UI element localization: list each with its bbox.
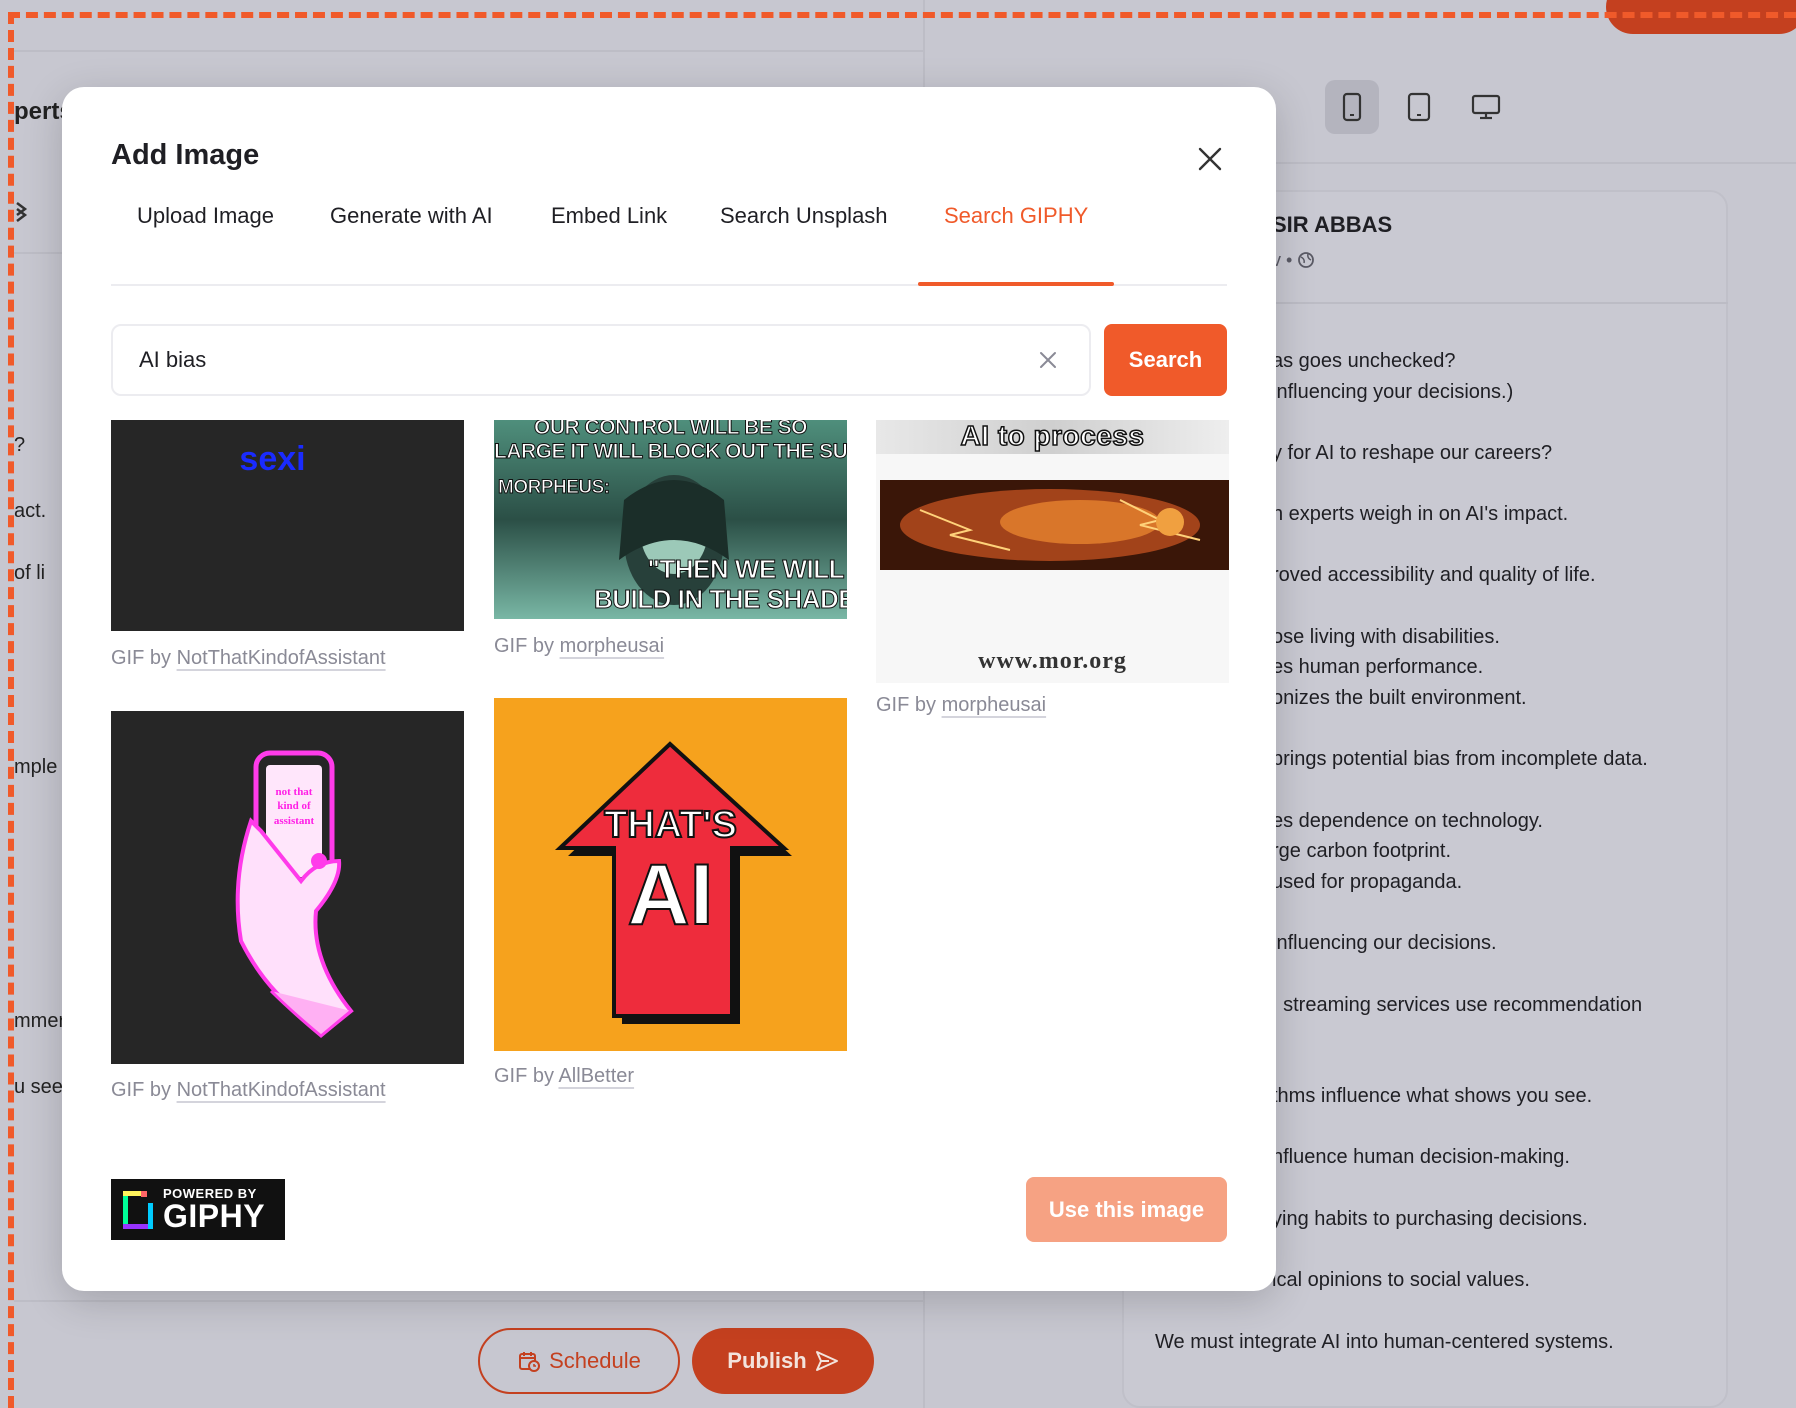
gif-author-link[interactable]: NotThatKindofAssistant	[177, 647, 386, 669]
meme-text-line: MORPHEUS:	[498, 477, 611, 499]
gif-caption-2: GIF by morpheusai	[494, 635, 664, 658]
gif-overlay-text: www.mor.org	[978, 648, 1127, 674]
bg-post-line: , streaming services use recommendation	[1272, 994, 1643, 1016]
bg-author-meta: v •	[1272, 250, 1315, 271]
arrow-text: AI	[627, 847, 715, 943]
bg-editor-fragment: act.	[14, 500, 47, 522]
bg-post-line: ying habits to purchasing decisions.	[1272, 1208, 1588, 1230]
gif-overlay-text: sexi	[239, 440, 306, 478]
tab-upload-image[interactable]: Upload Image	[137, 203, 274, 229]
phone-screen-text: kind of	[277, 800, 311, 813]
search-button[interactable]: Search	[1104, 324, 1227, 396]
bg-divider	[14, 50, 923, 52]
gif-caption-5: GIF by AllBetter	[494, 1065, 634, 1088]
bg-schedule-label: Schedule	[549, 1348, 641, 1373]
gif-result-4[interactable]: not that kind of assistant	[111, 711, 464, 1064]
gif-overlay-text: AI to process	[960, 420, 1145, 452]
bg-post-line: as goes unchecked?	[1272, 350, 1456, 372]
bg-divider	[14, 1300, 923, 1302]
gif-caption-1: GIF by NotThatKindofAssistant	[111, 647, 386, 670]
close-icon	[1198, 147, 1222, 171]
gif-overlay-text: THAT'S AI	[494, 804, 847, 943]
gif-caption-prefix: GIF by	[876, 694, 937, 716]
tab-embed-link[interactable]: Embed Link	[551, 203, 667, 229]
giphy-logo-icon	[123, 1190, 153, 1229]
meme-text-line: BUILD IN THE SHADE."	[594, 584, 848, 615]
bg-post-line: nfluence human decision-making.	[1272, 1146, 1570, 1168]
bg-author-name: SIR ABBAS	[1272, 212, 1393, 237]
giphy-wordmark: POWERED BY GIPHY	[163, 1187, 265, 1232]
phone-screen-text: not that	[275, 786, 313, 798]
bg-post-line: ical opinions to social values.	[1272, 1269, 1530, 1291]
bg-post-line: es human performance.	[1272, 656, 1484, 678]
bg-editor-fragment: mple	[14, 756, 58, 778]
gif-result-2[interactable]: OUR CONTROL WILL BE SO LARGE IT WILL BLOC…	[494, 420, 847, 619]
bg-toolbar-icon	[14, 198, 36, 230]
globe-icon	[1298, 252, 1315, 268]
add-image-modal: Add Image Upload Image Generate with AI …	[62, 87, 1276, 1291]
bg-post-line: n experts weigh in on AI's impact.	[1272, 503, 1569, 525]
hand-phone-image	[235, 750, 354, 1038]
drop-zone-border	[8, 12, 1796, 18]
bg-post-line: influencing your decisions.)	[1272, 381, 1514, 403]
gif-result-3[interactable]: AI to process www.mor.org	[876, 420, 1229, 683]
bg-post-line: roved accessibility and quality of life.	[1272, 564, 1596, 586]
bg-post-line: influencing our decisions.	[1272, 932, 1497, 954]
meme-text-line: LARGE IT WILL BLOCK OUT THE SUN"	[494, 440, 847, 464]
close-modal-button[interactable]	[1190, 139, 1230, 179]
bg-post-line: onizes the built environment.	[1272, 687, 1527, 709]
tab-search-unsplash[interactable]: Search Unsplash	[720, 203, 888, 229]
gif-result-1[interactable]: sexi	[111, 420, 464, 631]
tablet-view-icon	[1392, 80, 1446, 134]
bg-editor-fragment: u see	[14, 1076, 63, 1098]
clear-search-button[interactable]	[1033, 345, 1063, 375]
bg-post-line: ose living with disabilities.	[1272, 626, 1500, 648]
mobile-view-icon	[1325, 80, 1379, 134]
giphy-name: GIPHY	[163, 1198, 266, 1234]
drop-zone-border	[8, 12, 14, 1408]
bg-post-line: rge carbon footprint.	[1272, 840, 1451, 862]
gif-overlay-text: not that kind of assistant	[266, 785, 322, 828]
bg-publish-button: Publish	[692, 1328, 874, 1394]
gif-caption-3: GIF by morpheusai	[876, 694, 1046, 717]
modal-title: Add Image	[111, 139, 260, 171]
meme-text-line: OUR CONTROL WILL BE SO	[534, 420, 808, 440]
gif-author-link[interactable]: morpheusai	[560, 635, 665, 657]
gif-author-link[interactable]: AllBetter	[558, 1065, 634, 1087]
gif-caption-4: GIF by NotThatKindofAssistant	[111, 1079, 386, 1102]
gif-author-link[interactable]: NotThatKindofAssistant	[177, 1079, 386, 1101]
giphy-search-input[interactable]	[139, 347, 1033, 373]
active-tab-indicator	[918, 282, 1114, 286]
meme-text-line: "THEN WE WILL	[647, 554, 845, 585]
desktop-view-icon	[1459, 80, 1513, 134]
bg-publish-label: Publish	[727, 1348, 807, 1373]
gif-result-5[interactable]: THAT'S AI	[494, 698, 847, 1051]
bg-schedule-button: Schedule	[478, 1328, 680, 1394]
bg-post-line: thms influence what shows you see.	[1272, 1085, 1593, 1107]
lightning-runner-image	[880, 480, 1229, 570]
gif-caption-prefix: GIF by	[494, 635, 555, 657]
bg-post-line: y for AI to reshape our careers?	[1272, 442, 1553, 464]
use-this-image-button[interactable]: Use this image	[1026, 1177, 1227, 1242]
bg-post-line: used for propaganda.	[1272, 871, 1463, 893]
phone-screen-text: assistant	[273, 814, 315, 827]
clear-icon	[1040, 352, 1056, 368]
bg-editor-fragment: ?	[14, 434, 26, 456]
gif-caption-prefix: GIF by	[111, 1079, 172, 1101]
bg-editor-fragment: mmer	[14, 1010, 66, 1032]
arrow-text: THAT'S	[603, 804, 738, 846]
send-icon	[815, 1351, 838, 1371]
tab-generate-with-ai[interactable]: Generate with AI	[330, 203, 493, 229]
gif-author-link[interactable]: morpheusai	[942, 694, 1047, 716]
bg-editor-fragment: of li	[14, 562, 46, 584]
bg-post-line: es dependence on technology.	[1272, 810, 1543, 832]
tab-search-giphy[interactable]: Search GIPHY	[944, 203, 1088, 229]
powered-by-giphy-logo: POWERED BY GIPHY	[111, 1179, 285, 1240]
gif-caption-prefix: GIF by	[494, 1065, 555, 1087]
calendar-clock-icon	[519, 1352, 541, 1372]
bg-post-line: We must integrate AI into human-centered…	[1155, 1331, 1614, 1353]
bg-post-line: brings potential bias from incomplete da…	[1272, 748, 1648, 770]
gif-caption-prefix: GIF by	[111, 647, 172, 669]
giphy-search-box	[111, 324, 1091, 396]
